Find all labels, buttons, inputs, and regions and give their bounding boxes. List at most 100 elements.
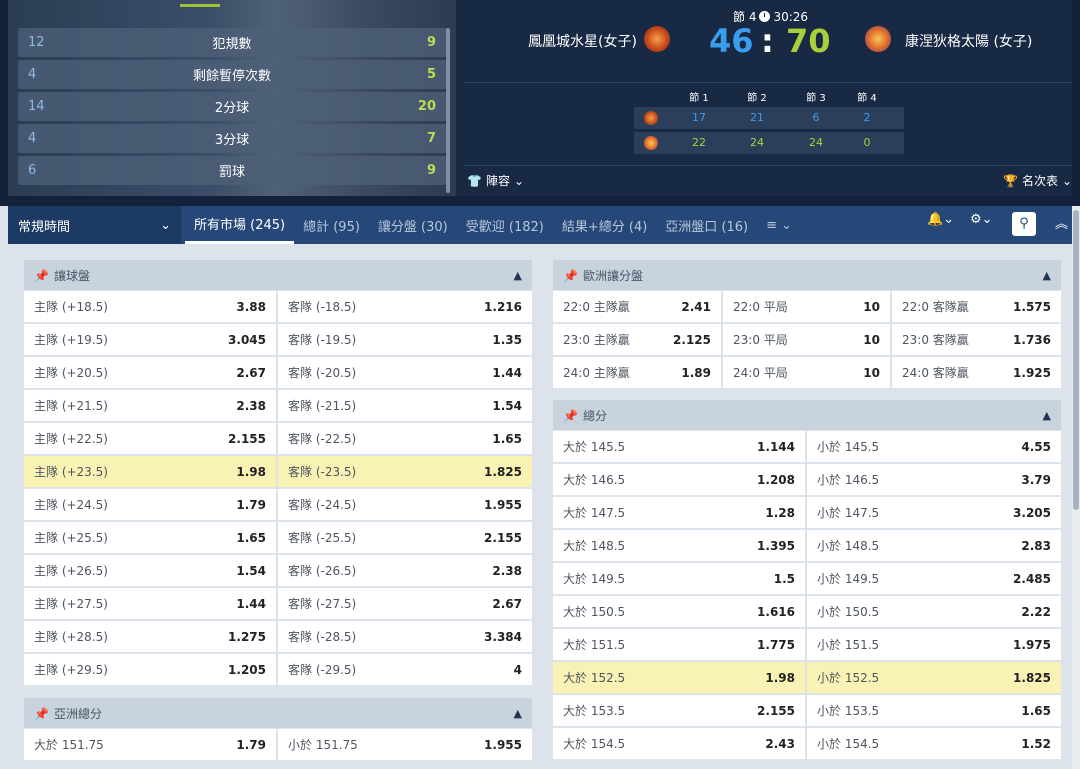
asian-total-market-header[interactable]: 📌 亞洲總分 ▲ xyxy=(24,698,532,728)
chevron-up-icon[interactable]: ▲ xyxy=(1043,269,1051,282)
active-tab-indicator xyxy=(180,4,220,7)
away-selection[interactable]: 小於 150.5 2.22 xyxy=(807,596,1061,627)
away-selection[interactable]: 小於 148.5 2.83 xyxy=(807,530,1061,561)
home-win-selection[interactable]: 22:0 主隊贏 2.41 xyxy=(553,291,721,322)
away-win-selection[interactable]: 22:0 客隊贏 1.575 xyxy=(892,291,1061,322)
away-selection[interactable]: 小於 146.5 3.79 xyxy=(807,464,1061,495)
draw-selection[interactable]: 24:0 平局 10 xyxy=(723,357,890,388)
standings-toggle[interactable]: 🏆 名次表 ⌄ xyxy=(1003,172,1072,189)
collapse-all-button[interactable]: ︽ xyxy=(1055,213,1068,232)
away-selection[interactable]: 客隊 (-29.5) 4 xyxy=(278,654,532,685)
home-selection[interactable]: 大於 150.5 1.616 xyxy=(553,596,805,627)
away-selection[interactable]: 客隊 (-25.5) 2.155 xyxy=(278,522,532,553)
home-selection[interactable]: 大於 147.5 1.28 xyxy=(553,497,805,528)
home-selection[interactable]: 主隊 (+28.5) 1.275 xyxy=(24,621,276,652)
selection-label: 客隊 (-24.5) xyxy=(288,498,357,512)
home-selection[interactable]: 大於 146.5 1.208 xyxy=(553,464,805,495)
notifications-button[interactable]: 🔔⌄ xyxy=(927,212,954,227)
home-selection[interactable]: 大於 145.5 1.144 xyxy=(553,431,805,462)
home-selection[interactable]: 主隊 (+18.5) 3.88 xyxy=(24,291,276,322)
away-selection[interactable]: 小於 147.5 3.205 xyxy=(807,497,1061,528)
selection-label: 主隊 (+22.5) xyxy=(34,432,108,446)
away-win-selection[interactable]: 24:0 客隊贏 1.925 xyxy=(892,357,1061,388)
home-selection[interactable]: 主隊 (+25.5) 1.65 xyxy=(24,522,276,553)
home-selection[interactable]: 主隊 (+26.5) 1.54 xyxy=(24,555,276,586)
away-selection[interactable]: 客隊 (-18.5) 1.216 xyxy=(278,291,532,322)
chevron-up-icon[interactable]: ▲ xyxy=(514,269,522,282)
home-selection[interactable]: 大於 151.5 1.775 xyxy=(553,629,805,660)
totals-market-header[interactable]: 📌 總分 ▲ xyxy=(553,400,1061,430)
selection-label: 客隊 (-21.5) xyxy=(288,399,357,413)
handicap-market-header[interactable]: 📌 讓球盤 ▲ xyxy=(24,260,532,290)
tab-totals[interactable]: 總計 (95) xyxy=(294,206,369,244)
period-selector[interactable]: 常規時間 ⌄ xyxy=(8,206,181,244)
pin-icon[interactable]: 📌 xyxy=(34,269,49,283)
market-nav: 常規時間 ⌄ 所有市場 (245) 總計 (95) 讓分盤 (30) 受歡迎 (… xyxy=(8,206,1072,244)
away-selection[interactable]: 客隊 (-23.5) 1.825 xyxy=(278,456,532,487)
odds-value: 1.79 xyxy=(236,737,266,752)
home-selection[interactable]: 主隊 (+23.5) 1.98 xyxy=(24,456,276,487)
scrollbar-thumb[interactable] xyxy=(1073,210,1079,510)
chevron-up-icon[interactable]: ▲ xyxy=(1043,409,1051,422)
home-selection[interactable]: 主隊 (+29.5) 1.205 xyxy=(24,654,276,685)
away-selection[interactable]: 小於 152.5 1.825 xyxy=(807,662,1061,693)
home-win-selection[interactable]: 23:0 主隊贏 2.125 xyxy=(553,324,721,355)
away-selection[interactable]: 小於 151.5 1.975 xyxy=(807,629,1061,660)
stats-scrollbar[interactable] xyxy=(446,28,450,193)
away-selection[interactable]: 客隊 (-22.5) 1.65 xyxy=(278,423,532,454)
away-selection[interactable]: 小於 153.5 1.65 xyxy=(807,695,1061,726)
lineup-toggle[interactable]: 👕 陣容 ⌄ xyxy=(467,172,524,189)
away-selection[interactable]: 客隊 (-28.5) 3.384 xyxy=(278,621,532,652)
away-selection[interactable]: 客隊 (-19.5) 1.35 xyxy=(278,324,532,355)
odds-value: 2.83 xyxy=(1021,538,1051,553)
tab-handicap[interactable]: 讓分盤 (30) xyxy=(369,206,457,244)
away-selection[interactable]: 客隊 (-24.5) 1.955 xyxy=(278,489,532,520)
home-selection[interactable]: 主隊 (+19.5) 3.045 xyxy=(24,324,276,355)
tab-all-markets[interactable]: 所有市場 (245) xyxy=(185,206,295,244)
away-selection[interactable]: 客隊 (-21.5) 1.54 xyxy=(278,390,532,421)
more-tabs-button[interactable]: ≡ ⌄ xyxy=(757,206,801,244)
draw-selection[interactable]: 23:0 平局 10 xyxy=(723,324,890,355)
away-selection[interactable]: 小於 154.5 1.52 xyxy=(807,728,1061,759)
home-selection[interactable]: 大於 149.5 1.5 xyxy=(553,563,805,594)
away-selection[interactable]: 客隊 (-20.5) 1.44 xyxy=(278,357,532,388)
pin-icon[interactable]: 📌 xyxy=(563,409,578,423)
away-selection[interactable]: 小於 149.5 2.485 xyxy=(807,563,1061,594)
odds-value: 2.155 xyxy=(484,530,522,545)
away-selection[interactable]: 客隊 (-26.5) 2.38 xyxy=(278,555,532,586)
chevron-up-icon[interactable]: ▲ xyxy=(514,707,522,720)
draw-selection[interactable]: 22:0 平局 10 xyxy=(723,291,890,322)
odds-value: 1.275 xyxy=(228,629,266,644)
home-selection[interactable]: 主隊 (+21.5) 2.38 xyxy=(24,390,276,421)
page-scrollbar[interactable] xyxy=(1072,206,1080,769)
selection-label: 主隊 (+28.5) xyxy=(34,630,108,644)
pin-icon[interactable]: 📌 xyxy=(34,707,49,721)
home-selection[interactable]: 主隊 (+24.5) 1.79 xyxy=(24,489,276,520)
home-selection[interactable]: 主隊 (+27.5) 1.44 xyxy=(24,588,276,619)
tab-asian[interactable]: 亞洲盤口 (16) xyxy=(656,206,757,244)
home-selection[interactable]: 主隊 (+20.5) 2.67 xyxy=(24,357,276,388)
selection-label: 主隊 (+19.5) xyxy=(34,333,108,347)
away-selection[interactable]: 小於 151.75 1.955 xyxy=(278,729,532,760)
search-button[interactable]: ⚲ xyxy=(1012,212,1036,236)
away-selection[interactable]: 小於 145.5 4.55 xyxy=(807,431,1061,462)
away-stat-value: 5 xyxy=(426,67,436,82)
tab-popular[interactable]: 受歡迎 (182) xyxy=(457,206,553,244)
selection-label: 小於 152.5 xyxy=(817,671,880,685)
away-selection[interactable]: 客隊 (-27.5) 2.67 xyxy=(278,588,532,619)
selection-label: 24:0 主隊贏 xyxy=(563,366,630,380)
european-handicap-market-header[interactable]: 📌 歐洲讓分盤 ▲ xyxy=(553,260,1061,290)
away-win-selection[interactable]: 23:0 客隊贏 1.736 xyxy=(892,324,1061,355)
home-selection[interactable]: 大於 148.5 1.395 xyxy=(553,530,805,561)
home-selection[interactable]: 大於 151.75 1.79 xyxy=(24,729,276,760)
home-selection[interactable]: 大於 154.5 2.43 xyxy=(553,728,805,759)
home-selection[interactable]: 大於 153.5 2.155 xyxy=(553,695,805,726)
home-selection[interactable]: 主隊 (+22.5) 2.155 xyxy=(24,423,276,454)
settings-button[interactable]: ⚙⌄ xyxy=(970,212,993,227)
odds-value: 2.125 xyxy=(673,332,711,347)
home-win-selection[interactable]: 24:0 主隊贏 1.89 xyxy=(553,357,721,388)
tab-result-total[interactable]: 結果+總分 (4) xyxy=(553,206,656,244)
pin-icon[interactable]: 📌 xyxy=(563,269,578,283)
home-selection[interactable]: 大於 152.5 1.98 xyxy=(553,662,805,693)
selection-label: 小於 145.5 xyxy=(817,440,880,454)
